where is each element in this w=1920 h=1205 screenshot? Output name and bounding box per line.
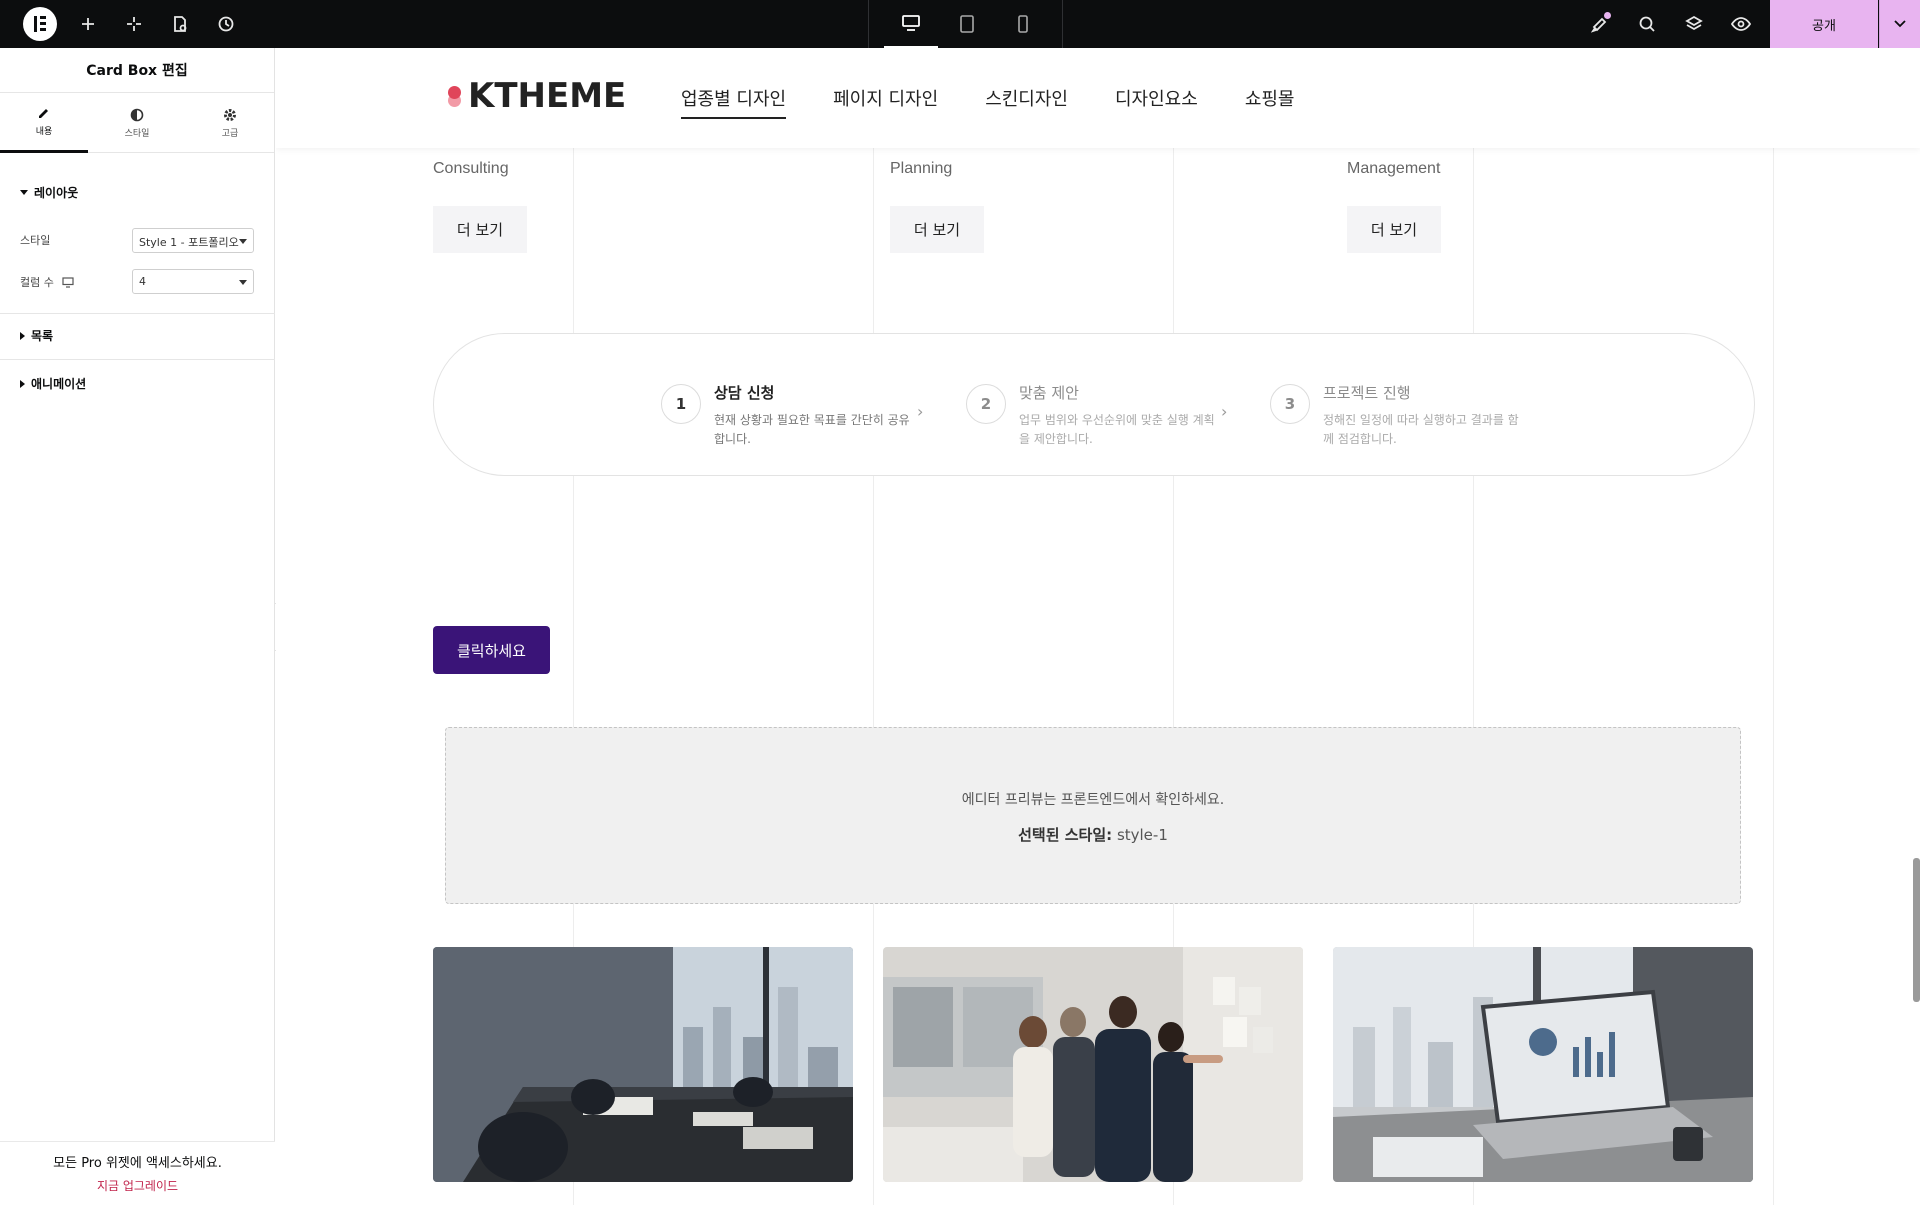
process-steps: 1 상담 신청 현재 상황과 필요한 목표를 간단히 공유합니다. › 2 맞춤… <box>433 333 1755 476</box>
gear-icon <box>224 108 236 121</box>
selected-style-line: 선택된 스타일: style-1 <box>446 824 1740 845</box>
tab-content[interactable]: 내용 <box>0 93 88 153</box>
step-number: 3 <box>1270 384 1310 424</box>
pencil-icon <box>39 109 48 118</box>
cta-button[interactable]: 클릭하세요 <box>433 626 550 674</box>
publish-options-chevron-icon[interactable] <box>1879 0 1920 48</box>
divider <box>0 313 275 314</box>
columns-control-label: 컬럼 수 <box>20 274 74 290</box>
columns-control-text: 컬럼 수 <box>20 276 54 289</box>
nav-item-industry[interactable]: 업종별 디자인 <box>681 85 787 119</box>
caret-down-icon <box>239 280 247 285</box>
site-logo-text: KTHEME <box>468 76 627 116</box>
add-element-icon[interactable] <box>76 12 100 36</box>
section-layout-header[interactable]: 레이아웃 <box>20 184 78 201</box>
section-layout-label: 레이아웃 <box>34 186 79 200</box>
site-logo[interactable]: KTHEME <box>448 76 626 116</box>
more-button[interactable]: 더 보기 <box>1347 206 1441 253</box>
site-header: KTHEME 업종별 디자인 페이지 디자인 스킨디자인 디자인요소 쇼핑몰 <box>276 48 1920 148</box>
page-settings-icon[interactable] <box>168 12 192 36</box>
half-circle-icon <box>130 108 144 121</box>
nav-item-shop[interactable]: 쇼핑몰 <box>1245 85 1295 119</box>
history-icon[interactable] <box>214 12 238 36</box>
style-control-text: 스타일 <box>20 234 51 247</box>
columns-select[interactable]: 4 <box>132 269 254 294</box>
step-title: 맞춤 제안 <box>1019 384 1079 402</box>
step-description: 정해진 일정에 따라 실행하고 결과를 함께 점검합니다. <box>1323 413 1519 446</box>
notifications-icon[interactable] <box>1588 12 1612 36</box>
process-step: 1 상담 신청 현재 상황과 필요한 목표를 간단히 공유합니다. <box>661 382 914 449</box>
section-list-header[interactable]: 목록 <box>20 327 53 344</box>
caret-right-icon <box>20 379 25 388</box>
page-preview: KTHEME 업종별 디자인 페이지 디자인 스킨디자인 디자인요소 쇼핑몰 C… <box>276 48 1920 1205</box>
step-title: 상담 신청 <box>714 384 775 402</box>
step-description: 업무 범위와 우선순위에 맞춘 실행 계획을 제안합니다. <box>1019 413 1215 446</box>
divider <box>0 359 275 360</box>
section-animation-label: 애니메이션 <box>31 377 87 391</box>
section-animation-header[interactable]: 애니메이션 <box>20 375 86 392</box>
card-label: Management <box>1347 160 1441 177</box>
upgrade-link[interactable]: 지금 업그레이드 <box>0 1177 275 1194</box>
tablet-view-icon[interactable] <box>940 0 994 48</box>
pro-upgrade-box: 모든 Pro 위젯에 액세스하세요. 지금 업그레이드 <box>0 1141 275 1205</box>
mobile-view-icon[interactable] <box>996 0 1050 48</box>
desktop-view-icon[interactable] <box>884 0 938 48</box>
nav-item-skin-design[interactable]: 스킨디자인 <box>985 85 1068 119</box>
chevron-right-icon: › <box>1221 402 1228 421</box>
caret-down-icon <box>20 190 28 195</box>
caret-down-icon <box>239 239 247 244</box>
tab-content-label: 내용 <box>35 127 53 137</box>
columns-select-value: 4 <box>139 275 146 288</box>
style-select[interactable]: Style 1 - 포트폴리오 <box>132 228 254 253</box>
panel-title: Card Box 편집 <box>0 48 274 93</box>
grid-guide <box>1773 148 1774 1205</box>
preview-eye-icon[interactable] <box>1729 12 1753 36</box>
style-control-label: 스타일 <box>20 232 50 248</box>
chevron-right-icon: › <box>917 402 924 421</box>
panel-tabs: 내용 스타일 고급 <box>0 93 274 153</box>
section-list-label: 목록 <box>31 329 54 343</box>
notice-message: 에디터 프리뷰는 프론트엔드에서 확인하세요. <box>961 792 1225 808</box>
process-step: 3 프로젝트 진행 정해진 일정에 따라 실행하고 결과를 함께 점검합니다. <box>1270 382 1523 449</box>
more-button[interactable]: 더 보기 <box>890 206 984 253</box>
desktop-responsive-icon[interactable] <box>62 276 74 288</box>
step-title: 프로젝트 진행 <box>1323 384 1411 402</box>
device-switcher <box>868 0 1063 48</box>
selected-style-label: 선택된 스타일: <box>1018 826 1113 844</box>
editor-topbar: 공개 <box>0 0 1920 48</box>
caret-right-icon <box>20 331 25 340</box>
elementor-logo-icon[interactable] <box>23 7 57 41</box>
process-step: 2 맞춤 제안 업무 범위와 우선순위에 맞춘 실행 계획을 제안합니다. <box>966 382 1219 449</box>
selected-style-value: style-1 <box>1116 826 1168 844</box>
tab-style-label: 스타일 <box>124 128 150 139</box>
card-label: Consulting <box>433 160 509 177</box>
card-image[interactable] <box>1333 947 1753 1182</box>
more-button[interactable]: 더 보기 <box>433 206 527 253</box>
layers-icon[interactable] <box>1682 12 1706 36</box>
card-image[interactable] <box>883 947 1303 1182</box>
step-number: 2 <box>966 384 1006 424</box>
publish-button[interactable]: 공개 <box>1770 0 1878 48</box>
search-icon[interactable] <box>1635 12 1659 36</box>
grid-guide <box>873 148 874 1205</box>
main-nav: 업종별 디자인 페이지 디자인 스킨디자인 디자인요소 쇼핑몰 <box>681 85 1295 119</box>
logo-mark-icon <box>448 83 462 109</box>
step-description: 현재 상황과 필요한 목표를 간단히 공유합니다. <box>714 413 910 446</box>
nav-item-page-design[interactable]: 페이지 디자인 <box>833 85 938 119</box>
page-scrollbar[interactable] <box>1913 858 1920 1002</box>
editor-preview-notice: 에디터 프리뷰는 프론트엔드에서 확인하세요. 선택된 스타일: style-1 <box>445 727 1741 904</box>
nav-item-design-elements[interactable]: 디자인요소 <box>1115 85 1198 119</box>
card-label: Planning <box>890 160 953 177</box>
tab-style[interactable]: 스타일 <box>93 93 181 153</box>
step-number: 1 <box>661 384 701 424</box>
card-image[interactable] <box>433 947 853 1182</box>
ai-sparkle-icon[interactable] <box>122 12 146 36</box>
tab-advanced[interactable]: 고급 <box>186 93 274 153</box>
style-select-value: Style 1 - 포트폴리오 <box>139 236 239 249</box>
pro-upgrade-text: 모든 Pro 위젯에 액세스하세요. <box>53 1156 222 1171</box>
tab-advanced-label: 고급 <box>221 128 239 139</box>
widget-settings-panel: Card Box 편집 내용 스타일 고급 레이아웃 스타일 Style 1 -… <box>0 48 275 1205</box>
